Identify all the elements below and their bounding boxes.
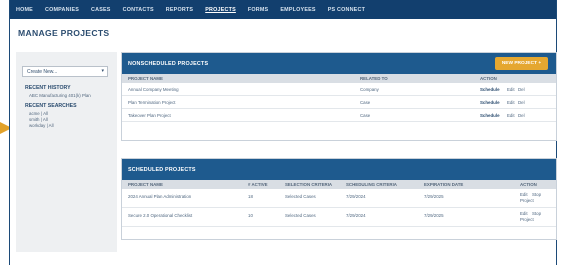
recent-history-heading: RECENT HISTORY — [25, 85, 71, 91]
chevron-down-icon: ▾ — [101, 68, 104, 74]
related-to: Case — [360, 100, 371, 105]
project-name[interactable]: Takeover Plan Project — [128, 113, 171, 118]
scheduling-criteria: 7/29/2024 — [346, 213, 366, 218]
col-related-to[interactable]: RELATED TO — [360, 76, 388, 81]
edit-link[interactable]: Edit — [507, 87, 515, 92]
col-expiration-date[interactable]: EXPIRATION DATE — [424, 182, 463, 187]
table-header: PROJECT NAME RELATED TO ACTION — [122, 74, 556, 83]
recent-search-item[interactable]: acme | All — [29, 111, 48, 116]
active-count: 18 — [248, 194, 253, 199]
recent-history-item[interactable]: ABC Manufacturing 401(k) Plan — [29, 93, 91, 98]
schedule-link[interactable]: Schedule — [480, 113, 500, 118]
col-scheduling-criteria[interactable]: SCHEDULING CRITERIA — [346, 182, 397, 187]
schedule-link[interactable]: Schedule — [480, 87, 500, 92]
nav-cases[interactable]: CASES — [91, 7, 111, 13]
table-header: PROJECT NAME # ACTIVE SELECTION CRITERIA… — [122, 180, 556, 189]
selection-criteria[interactable]: Selected Cases — [285, 213, 316, 218]
page-title: MANAGE PROJECTS — [18, 28, 110, 38]
recent-search-item[interactable]: workday | All — [29, 123, 54, 128]
expiration-date: 7/29/2025 — [424, 213, 444, 218]
nav-ps-connect[interactable]: PS CONNECT — [328, 7, 365, 13]
active-count: 10 — [248, 213, 253, 218]
scheduled-projects-header: SCHEDULED PROJECTS — [122, 159, 556, 180]
nonscheduled-projects-panel: NONSCHEDULED PROJECTS NEW PROJECT + PROJ… — [121, 52, 557, 141]
table-row: Takeover Plan Project Case Schedule Edit… — [122, 109, 556, 122]
col-project-name[interactable]: PROJECT NAME — [128, 182, 163, 187]
selection-criteria[interactable]: Selected Cases — [285, 194, 316, 199]
new-project-button[interactable]: NEW PROJECT + — [495, 57, 548, 70]
project-name[interactable]: Plan Termination Project — [128, 100, 176, 105]
edit-link[interactable]: Edit — [520, 211, 528, 216]
stop-link[interactable]: Stop — [532, 211, 541, 216]
create-new-value: Create New... — [27, 69, 58, 75]
col-selection-criteria[interactable]: SELECTION CRITERIA — [285, 182, 332, 187]
edit-link[interactable]: Edit — [520, 192, 528, 197]
nonscheduled-projects-header: NONSCHEDULED PROJECTS NEW PROJECT + — [122, 53, 556, 74]
top-nav: HOME COMPANIES CASES CONTACTS REPORTS PR… — [10, 0, 556, 19]
table-row: Annual Company Meeting Company Schedule … — [122, 83, 556, 96]
edit-link[interactable]: Edit — [507, 100, 515, 105]
nav-companies[interactable]: COMPANIES — [45, 7, 79, 13]
project-name[interactable]: 2024 Annual Plan Administration — [128, 194, 191, 199]
related-to: Case — [360, 113, 371, 118]
delete-link[interactable]: Del — [518, 100, 525, 105]
col-active[interactable]: # ACTIVE — [248, 182, 268, 187]
create-new-select[interactable]: Create New... ▾ — [22, 66, 108, 77]
recent-search-item[interactable]: smith | All — [29, 117, 48, 122]
scheduled-projects-panel: SCHEDULED PROJECTS PROJECT NAME # ACTIVE… — [121, 158, 557, 240]
col-action: ACTION — [520, 182, 537, 187]
project-name[interactable]: Secure 2.0 Operational Checklist — [128, 213, 192, 218]
project-link[interactable]: Project — [520, 198, 534, 203]
nonscheduled-projects-title: NONSCHEDULED PROJECTS — [128, 60, 209, 67]
nav-reports[interactable]: REPORTS — [166, 7, 193, 13]
table-row: Plan Termination Project Case Schedule E… — [122, 96, 556, 109]
table-row: Secure 2.0 Operational Checklist 10 Sele… — [122, 208, 556, 227]
col-project-name[interactable]: PROJECT NAME — [128, 76, 163, 81]
project-name[interactable]: Annual Company Meeting — [128, 87, 179, 92]
nav-employees[interactable]: EMPLOYEES — [280, 7, 315, 13]
scheduled-projects-title: SCHEDULED PROJECTS — [128, 166, 196, 173]
stop-link[interactable]: Stop — [532, 192, 541, 197]
related-to: Company — [360, 87, 379, 92]
recent-searches-heading: RECENT SEARCHES — [25, 103, 77, 109]
project-link[interactable]: Project — [520, 217, 534, 222]
schedule-link[interactable]: Schedule — [480, 100, 500, 105]
expiration-date: 7/29/2025 — [424, 194, 444, 199]
nav-contacts[interactable]: CONTACTS — [123, 7, 154, 13]
nav-projects[interactable]: PROJECTS — [205, 7, 236, 13]
delete-link[interactable]: Del — [518, 113, 525, 118]
table-row: 2024 Annual Plan Administration 18 Selec… — [122, 189, 556, 208]
delete-link[interactable]: Del — [518, 87, 525, 92]
nav-forms[interactable]: FORMS — [248, 7, 268, 13]
scheduling-criteria: 7/29/2024 — [346, 194, 366, 199]
col-action: ACTION — [480, 76, 497, 81]
nav-home[interactable]: HOME — [16, 7, 33, 13]
edit-link[interactable]: Edit — [507, 113, 515, 118]
app-window: HOME COMPANIES CASES CONTACTS REPORTS PR… — [9, 0, 557, 265]
sidebar: Create New... ▾ RECENT HISTORY ABC Manuf… — [16, 52, 117, 252]
